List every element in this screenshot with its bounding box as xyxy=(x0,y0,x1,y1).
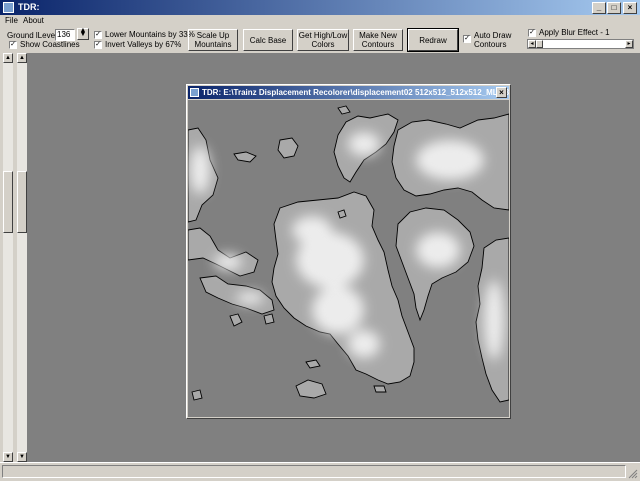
close-icon[interactable]: × xyxy=(496,87,507,98)
invert-valleys-checkbox[interactable]: ✓ xyxy=(94,41,102,49)
status-pane xyxy=(2,465,626,478)
child-title: TDR: E:\Trainz Displacement Recolorer\di… xyxy=(202,88,509,97)
ground-level-spinner[interactable]: ▲ ▼ xyxy=(77,27,89,40)
slider-left-arrow-icon[interactable]: ◂ xyxy=(528,40,536,48)
calc-base-label: Calc Base xyxy=(249,35,287,45)
scroll-up-arrow-icon[interactable]: ▲ xyxy=(17,53,27,63)
scale-up-label-1: Scale Up xyxy=(196,31,230,40)
show-coastlines-label: Show Coastlines xyxy=(20,40,80,49)
scale-up-mountains-button[interactable]: Scale Up Mountains xyxy=(188,29,238,51)
calc-base-button[interactable]: Calc Base xyxy=(243,29,293,51)
displacement-image-window[interactable]: TDR: E:\Trainz Displacement Recolorer\di… xyxy=(186,84,511,419)
show-coastlines-checkbox[interactable]: ✓ xyxy=(9,41,17,49)
scroll-up-arrow-icon[interactable]: ▲ xyxy=(3,53,13,63)
get-high-low-colors-button[interactable]: Get High/Low Colors xyxy=(297,29,349,51)
redraw-label: Redraw xyxy=(419,35,447,45)
auto-draw-label: Auto Draw Contours xyxy=(474,31,511,49)
slider-thumb[interactable] xyxy=(536,40,543,48)
contour-level-scrollbar[interactable]: ▲ ▼ xyxy=(17,53,27,462)
terrain-contour-image xyxy=(188,100,509,417)
status-bar xyxy=(0,462,640,481)
apply-blur-label: Apply Blur Effect - 1 xyxy=(539,28,610,37)
lower-mountains-checkbox[interactable]: ✓ xyxy=(94,31,102,39)
menu-file[interactable]: File xyxy=(5,16,18,25)
make-contours-label-1: Make New xyxy=(359,31,397,40)
resize-grip-icon[interactable] xyxy=(628,469,638,479)
blur-level-slider[interactable]: ◂ ▸ xyxy=(527,39,634,49)
auto-draw-label-1: Auto Draw xyxy=(474,31,512,40)
high-low-label-2: Colors xyxy=(311,40,335,49)
child-titlebar[interactable]: TDR: E:\Trainz Displacement Recolorer\di… xyxy=(188,86,509,99)
menu-bar: File About xyxy=(0,15,640,27)
redraw-button[interactable]: Redraw xyxy=(407,28,459,52)
displacement-map-canvas[interactable] xyxy=(188,100,509,417)
make-new-contours-button[interactable]: Make New Contours xyxy=(353,29,403,51)
scale-up-label-2: Mountains xyxy=(194,40,232,49)
close-icon[interactable]: × xyxy=(623,2,637,14)
scroll-down-arrow-icon[interactable]: ▼ xyxy=(17,452,27,462)
maximize-icon[interactable]: □ xyxy=(607,2,621,14)
slider-right-arrow-icon[interactable]: ▸ xyxy=(625,40,633,48)
make-contours-label-2: Contours xyxy=(361,40,395,49)
scroll-thumb[interactable] xyxy=(3,171,13,233)
app-title: TDR: xyxy=(18,2,40,12)
minimize-icon[interactable]: _ xyxy=(592,2,606,14)
auto-draw-contours-checkbox[interactable]: ✓ xyxy=(463,35,471,43)
apply-blur-checkbox[interactable]: ✓ xyxy=(528,29,536,37)
scroll-down-arrow-icon[interactable]: ▼ xyxy=(3,452,13,462)
lower-mountains-label: Lower Mountains by 33% xyxy=(105,30,195,39)
auto-draw-label-2: Contours xyxy=(474,40,507,49)
ground-level-label: Ground lLevel xyxy=(7,31,57,40)
child-window-icon[interactable] xyxy=(190,88,199,97)
app-icon[interactable] xyxy=(3,2,14,13)
scroll-thumb[interactable] xyxy=(17,171,27,233)
menu-about[interactable]: About xyxy=(23,16,44,25)
high-low-label-1: Get High/Low xyxy=(298,31,348,40)
ground-level-scrollbar[interactable]: ▲ ▼ xyxy=(3,53,13,462)
invert-valleys-label: Invert Valleys by 67% xyxy=(105,40,182,49)
app-titlebar: TDR: _ □ × xyxy=(0,0,640,15)
